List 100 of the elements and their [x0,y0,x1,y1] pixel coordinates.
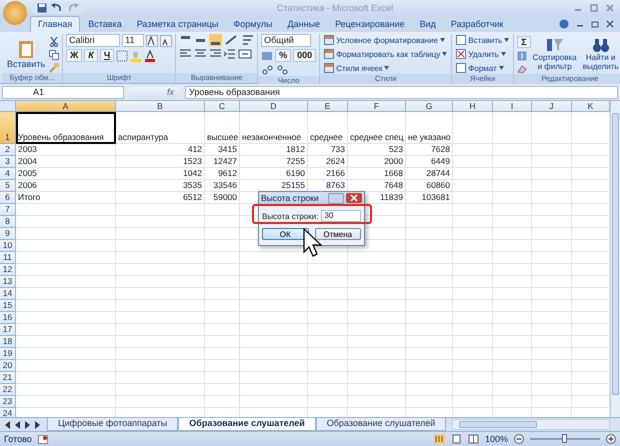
row-header[interactable]: 5 [0,180,16,192]
vertical-scrollbar[interactable] [610,101,620,417]
row-header[interactable]: 12 [0,264,16,276]
row-header[interactable]: 17 [0,324,16,336]
ribbon-tab[interactable]: Рецензирование [328,17,412,32]
format-button[interactable]: К [84,49,98,62]
wrap-text-icon[interactable] [242,34,254,46]
restore-icon[interactable] [591,20,599,28]
column-header[interactable]: G [406,101,453,112]
column-header[interactable]: K [572,101,610,112]
row-header[interactable]: 7 [0,204,16,216]
sheet-tab[interactable]: Образование слушателей [316,418,446,431]
number-format-button[interactable]: 000 [293,49,316,62]
row-header[interactable]: 19 [0,348,16,360]
save-icon[interactable] [37,2,47,12]
column-header[interactable]: E [308,101,348,112]
ribbon-tab[interactable]: Главная [30,16,80,32]
normal-view-icon[interactable] [434,434,445,444]
indent-icon[interactable] [224,48,236,60]
name-box[interactable]: A1 [2,86,124,98]
align-icon[interactable] [209,34,222,46]
dialog-button[interactable]: ОК [262,228,308,240]
row-header[interactable]: 23 [0,396,16,408]
zoom-out-icon[interactable] [514,434,524,444]
row-header[interactable]: 18 [0,336,16,348]
cells-command[interactable]: Удалить [455,48,510,60]
page-layout-icon[interactable] [450,434,462,444]
formula-field[interactable]: Уровень образования [185,86,618,98]
row-header[interactable]: 13 [0,276,16,288]
sheet-tab[interactable]: Образование слушателей [178,418,316,431]
row-header[interactable]: 1 [0,112,16,144]
row-header[interactable]: 6 [0,192,16,204]
row-header[interactable]: 16 [0,312,16,324]
ribbon-tab[interactable]: Разметка страницы [130,17,226,32]
close-icon[interactable] [346,193,362,203]
merge-icon[interactable] [238,48,252,60]
format-button[interactable]: Ч [100,49,114,62]
row-height-field[interactable]: 30 [321,210,361,222]
row-header[interactable]: 11 [0,252,16,264]
increase-decimal-icon[interactable] [261,64,274,76]
sheet-tab[interactable]: Цифровые фотоаппараты [47,418,178,431]
row-header[interactable]: 15 [0,300,16,312]
scissors-icon[interactable] [49,36,60,46]
font-name-field[interactable]: Calibri [66,34,120,47]
grow-font-icon[interactable] [146,34,158,46]
number-format-button[interactable]: % [275,49,292,62]
ribbon-tab[interactable]: Вставка [81,17,129,32]
column-header[interactable]: H [453,101,493,112]
row-header[interactable]: 24 [0,408,16,417]
row-header[interactable]: 8 [0,216,16,228]
zoom-in-icon[interactable] [606,434,616,444]
copy-icon[interactable] [49,50,60,60]
page-break-icon[interactable] [468,434,479,444]
zoom-slider-thumb[interactable] [562,434,567,443]
column-header[interactable]: F [348,101,406,112]
row-header[interactable]: 22 [0,384,16,396]
column-header[interactable]: A [16,101,116,112]
horizontal-scrollbar[interactable] [452,419,610,430]
styles-command[interactable]: Условное форматирование [323,34,448,46]
zoom-level[interactable]: 100% [484,434,508,444]
ribbon-tab[interactable]: Формулы [226,17,280,32]
row-header[interactable]: 9 [0,228,16,240]
row-header[interactable]: 20 [0,360,16,372]
borders-icon[interactable] [116,50,128,62]
autosum-button[interactable]: Σ [517,36,531,48]
format-button[interactable]: Ж [66,49,82,62]
macro-record-icon[interactable] [38,434,48,444]
fill-down-icon[interactable] [517,51,528,61]
ribbon-tab[interactable]: Разработчик [444,17,510,32]
help-icon[interactable] [559,18,569,28]
row-header[interactable]: 14 [0,288,16,300]
styles-command[interactable]: Стили ячеек [323,62,448,74]
row-header[interactable]: 4 [0,168,16,180]
ribbon-tab[interactable]: Вид [412,17,443,32]
column-header[interactable]: D [240,101,308,112]
column-header[interactable]: B [116,101,205,112]
undo-icon[interactable] [51,2,63,12]
row-header[interactable]: 10 [0,240,16,252]
column-header[interactable]: C [205,101,240,112]
font-size-field[interactable]: 11 [122,34,144,47]
dialog-button[interactable]: Отмена [314,228,361,240]
ribbon-tab[interactable]: Данные [280,17,328,32]
styles-command[interactable]: Форматировать как таблицу [323,48,448,60]
row-header[interactable]: 2 [0,144,16,156]
cells-command[interactable]: Вставить [455,34,510,46]
editing-button[interactable]: Сортировка и фильтр [532,36,577,72]
decrease-decimal-icon[interactable] [276,64,290,76]
number-format-field[interactable]: Общий [261,34,312,47]
close-icon[interactable] [606,20,614,28]
row-header[interactable]: 3 [0,156,16,168]
insert-function-button[interactable]: fx [127,86,182,98]
shrink-font-icon[interactable] [160,34,172,46]
editing-button[interactable]: Найти и выделить [578,36,620,72]
fill-color-icon[interactable] [130,50,142,62]
column-header[interactable]: I [493,101,532,112]
column-header[interactable]: J [532,101,572,112]
row-header[interactable]: 21 [0,372,16,384]
font-color-icon[interactable] [144,50,156,62]
cells-command[interactable]: Формат [455,62,510,74]
paste-button[interactable]: Вставить [5,38,48,70]
